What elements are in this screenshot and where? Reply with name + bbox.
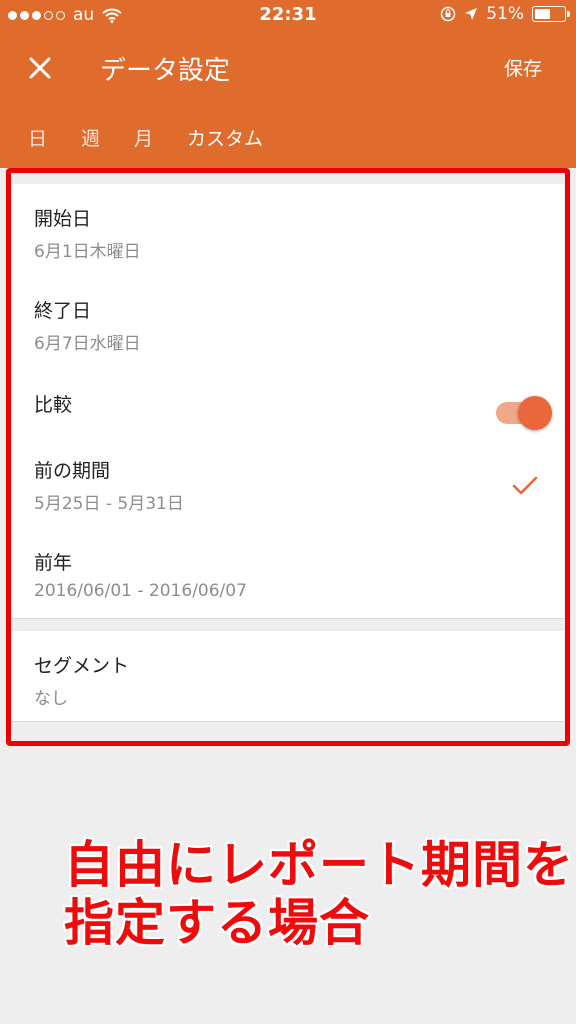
segment-row[interactable]: セグメント なし	[34, 651, 129, 709]
annotation-line-2: 指定する場合	[64, 894, 370, 952]
date-settings-card: 開始日 6月1日木曜日 終了日 6月7日水曜日 比較 前の期間 5月25日 - …	[12, 184, 564, 619]
status-bar: au 22:31 51%	[0, 0, 576, 30]
battery-icon	[532, 6, 570, 22]
previous-period-row[interactable]: 前の期間 5月25日 - 5月31日	[34, 456, 184, 514]
location-icon	[465, 8, 478, 20]
tab-custom[interactable]: カスタム	[187, 124, 263, 151]
previous-year-value: 2016/06/01 - 2016/06/07	[34, 581, 247, 601]
previous-period-value: 5月25日 - 5月31日	[34, 494, 184, 514]
start-date-label: 開始日	[34, 208, 92, 230]
compare-row: 比較	[34, 390, 72, 417]
segment-card: セグメント なし	[12, 631, 564, 722]
compare-toggle-knob[interactable]	[518, 396, 552, 430]
battery-percent: 51%	[486, 4, 524, 24]
status-right: 51%	[440, 4, 570, 24]
segment-value: なし	[34, 689, 68, 709]
end-date-label: 終了日	[34, 300, 92, 322]
start-date-value: 6月1日木曜日	[34, 242, 141, 262]
tab-month[interactable]: 月	[134, 124, 153, 151]
tab-day[interactable]: 日	[28, 124, 47, 151]
period-tabs: 日 週 月 カスタム	[0, 120, 576, 160]
orientation-lock-icon	[440, 6, 456, 22]
tab-week[interactable]: 週	[81, 124, 100, 151]
save-button[interactable]: 保存	[504, 54, 542, 81]
segment-label: セグメント	[34, 655, 130, 677]
previous-year-row[interactable]: 前年 2016/06/01 - 2016/06/07	[34, 548, 247, 601]
start-date-row[interactable]: 開始日 6月1日木曜日	[34, 204, 141, 262]
previous-year-label: 前年	[34, 552, 73, 574]
end-date-value: 6月7日水曜日	[34, 334, 141, 354]
close-icon	[29, 57, 51, 79]
previous-period-label: 前の期間	[34, 460, 111, 482]
page-title: データ設定	[100, 56, 231, 86]
close-button[interactable]	[20, 48, 60, 88]
checkmark-icon	[512, 476, 538, 495]
compare-label: 比較	[34, 394, 73, 416]
end-date-row[interactable]: 終了日 6月7日水曜日	[34, 296, 141, 354]
app-header: au 22:31 51% データ設定 保存 日 週 月 カスタム	[0, 0, 576, 168]
toolbar: データ設定 保存	[0, 40, 576, 96]
